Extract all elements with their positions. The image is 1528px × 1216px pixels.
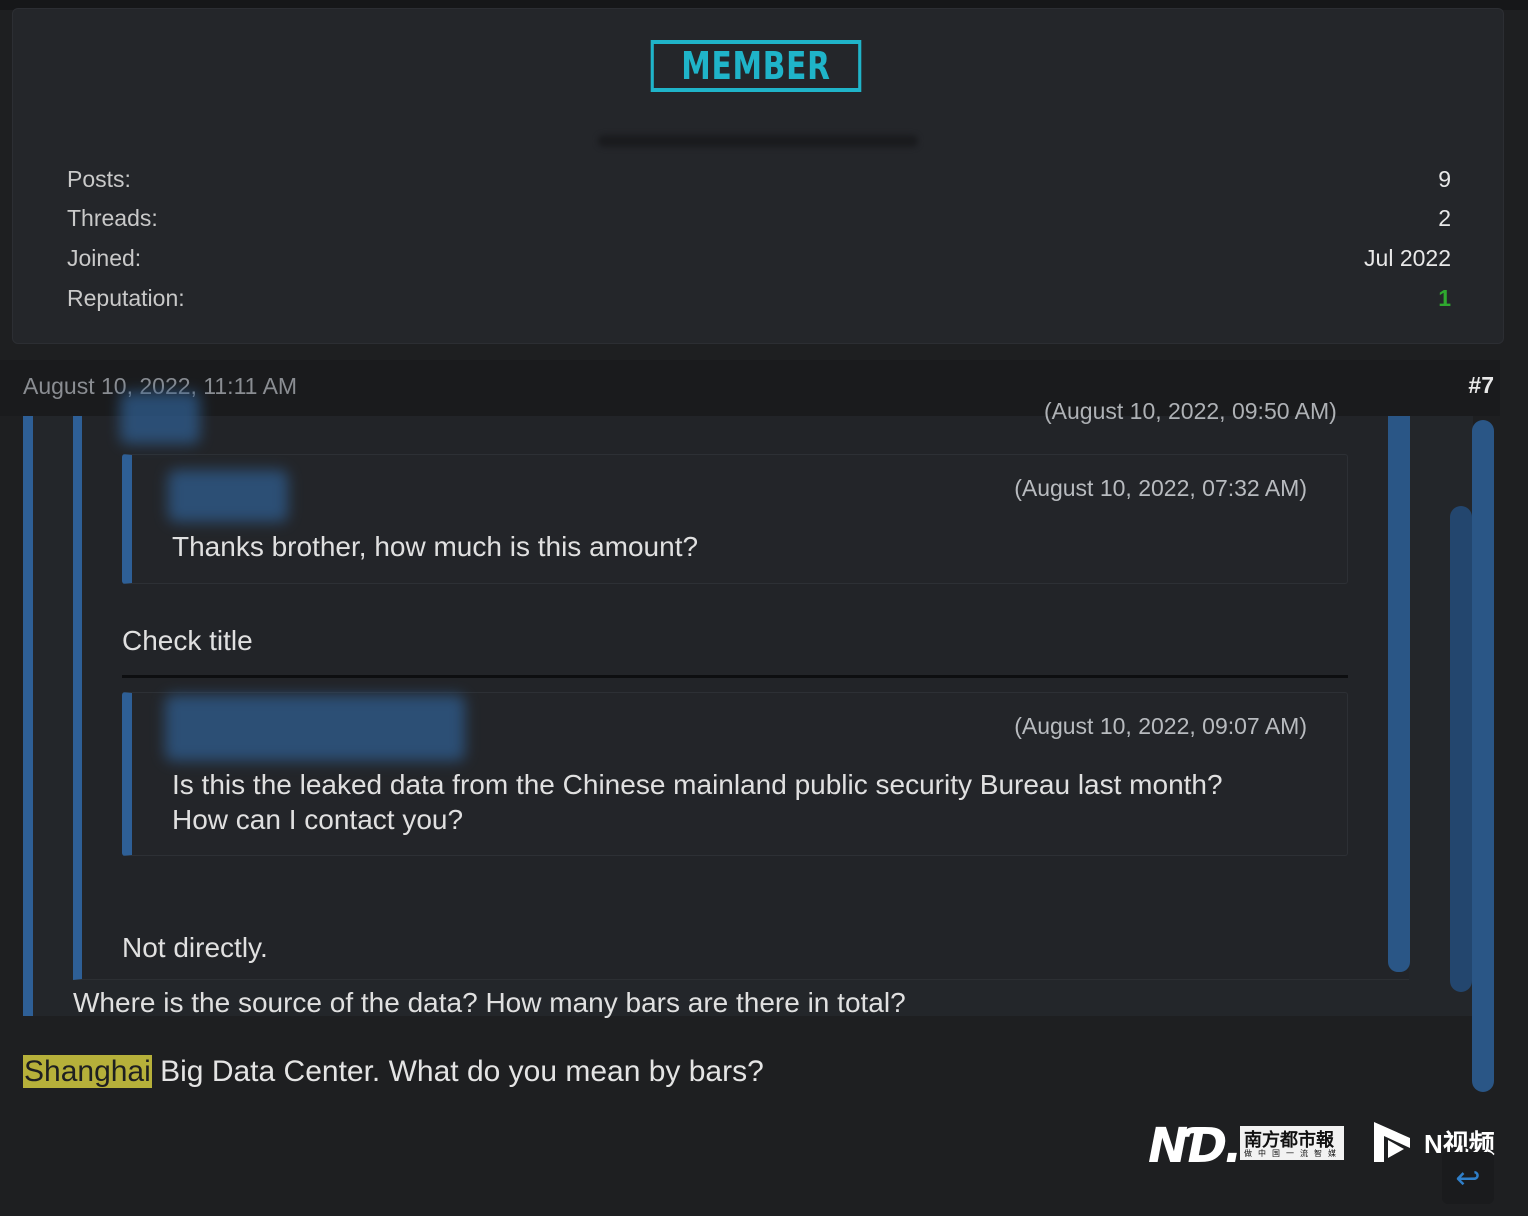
post-body: Shanghai Big Data Center. What do you me… bbox=[23, 1055, 764, 1089]
newspaper-slogan: 做中国一流智媒 bbox=[1244, 1149, 1342, 1158]
reply-text: Not directly. bbox=[122, 932, 268, 963]
clipped-quote-date: (August 10, 2022, 09:50 AM) bbox=[1044, 398, 1337, 424]
stat-row-threads: Threads: 2 bbox=[67, 205, 1451, 235]
stat-label: Threads: bbox=[67, 205, 158, 231]
highlighted-word: Shanghai bbox=[23, 1055, 152, 1088]
quote-first: (August 10, 2022, 07:32 AM) Thanks broth… bbox=[122, 454, 1348, 584]
quote-text-line1: Is this the leaked data from the Chinese… bbox=[172, 769, 1223, 800]
stat-label: Posts: bbox=[67, 166, 131, 192]
reply-text: Where is the source of the data? How man… bbox=[73, 987, 906, 1018]
post-permalink[interactable]: #7 bbox=[1468, 372, 1494, 399]
stat-row-posts: Posts: 9 bbox=[67, 166, 1451, 196]
scrollbar-track[interactable] bbox=[1472, 420, 1494, 1092]
answer-text: Big Data Center. What do you mean by bar… bbox=[151, 1055, 764, 1088]
nested-quote-scrollbar[interactable] bbox=[1388, 416, 1410, 972]
rank-badge: MEMBER bbox=[650, 40, 862, 92]
scrollbar-thumb[interactable] bbox=[1450, 506, 1472, 992]
divider bbox=[122, 675, 1348, 678]
redacted-username bbox=[165, 695, 465, 761]
newspaper-logo: 南方都市報 做中国一流智媒 bbox=[1240, 1126, 1344, 1160]
reply-text: Check title bbox=[122, 625, 253, 656]
stat-label: Reputation: bbox=[67, 285, 185, 311]
quote-date: (August 10, 2022, 07:32 AM) bbox=[1014, 475, 1307, 501]
quote-text: Thanks brother, how much is this amount? bbox=[172, 531, 699, 562]
stat-row-reputation: Reputation: 1 bbox=[67, 285, 1451, 315]
stat-value: Jul 2022 bbox=[1364, 245, 1451, 271]
badge-shadow bbox=[598, 135, 918, 147]
user-profile-card: MEMBER Posts: 9 Threads: 2 Joined: Jul 2… bbox=[12, 8, 1504, 344]
play-logo-icon bbox=[1374, 1122, 1410, 1162]
reputation-value[interactable]: 1 bbox=[1438, 285, 1451, 312]
stat-value: 9 bbox=[1438, 166, 1451, 192]
stat-label: Joined: bbox=[67, 245, 142, 271]
reply-button[interactable]: ↩ bbox=[1442, 1152, 1494, 1204]
redacted-username bbox=[168, 470, 288, 522]
stat-value: 2 bbox=[1438, 205, 1451, 231]
reply-arrow-icon: ↩ bbox=[1455, 1161, 1481, 1195]
redacted-username bbox=[120, 392, 200, 444]
stat-row-joined: Joined: Jul 2022 bbox=[67, 245, 1451, 275]
quote-date: (August 10, 2022, 09:07 AM) bbox=[1014, 713, 1307, 739]
nd-logo: NƊ. bbox=[1148, 1118, 1243, 1174]
quote-text-line2: How can I contact you? bbox=[172, 804, 464, 835]
